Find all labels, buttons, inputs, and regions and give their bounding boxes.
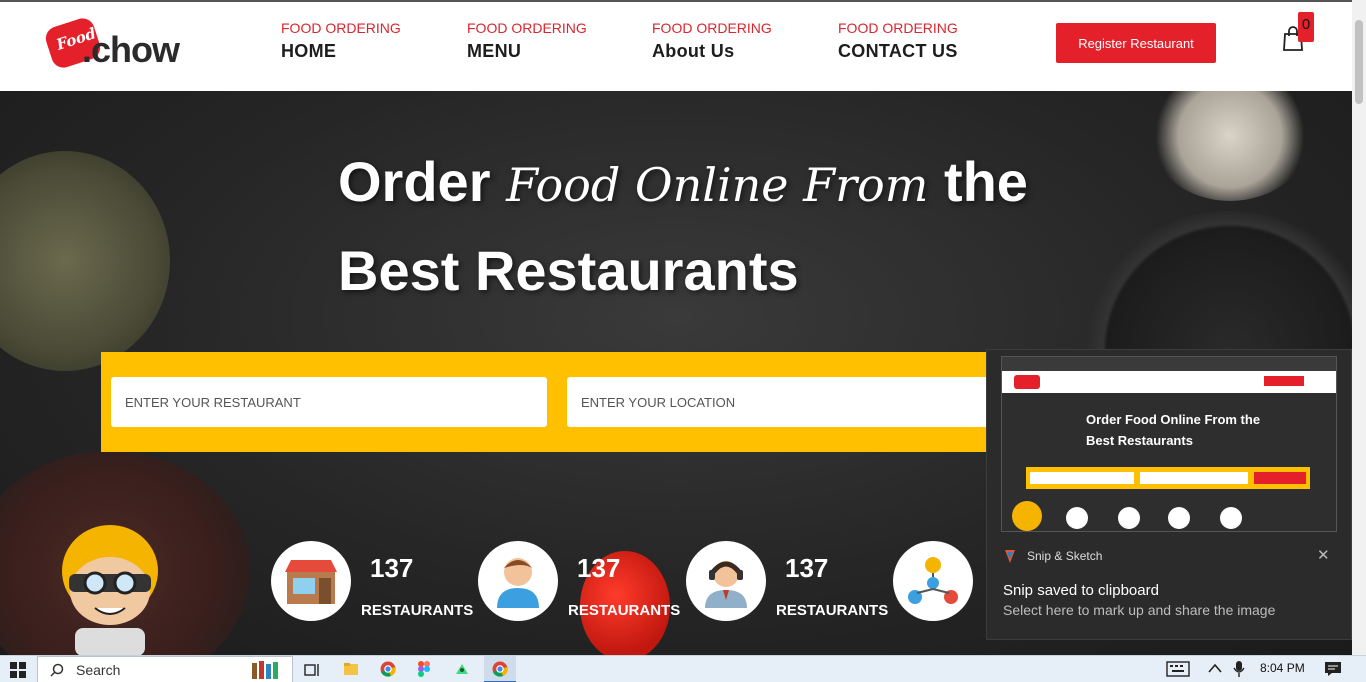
nav-label: MENU: [467, 41, 522, 61]
nav-item-home[interactable]: FOOD ORDERING HOME: [281, 20, 401, 62]
stat-number: 137: [577, 553, 621, 583]
stat-circle: [686, 541, 766, 621]
thumb-header: [1002, 371, 1336, 393]
site-header: Food .chow FOOD ORDERING HOME FOOD ORDER…: [0, 0, 1352, 91]
microphone-icon[interactable]: [1233, 660, 1245, 678]
search-highlight-books-icon: [252, 661, 278, 679]
android-studio-icon[interactable]: [454, 662, 470, 676]
windows-taskbar: Search 8:04 PM: [0, 655, 1366, 682]
snip-sketch-app-icon: [1005, 550, 1015, 563]
task-view-icon[interactable]: [304, 662, 320, 678]
restaurant-input[interactable]: [111, 377, 547, 427]
windows-start-icon[interactable]: [10, 662, 26, 678]
snip-notification-toast[interactable]: Order Food Online From the Best Restaura…: [986, 349, 1352, 640]
garlic-decoration: [1150, 91, 1310, 201]
headline-word: Order: [338, 150, 491, 213]
thumb-stat: [1066, 507, 1088, 529]
nav-sub-label: FOOD ORDERING: [652, 20, 772, 36]
thumb-stat: [1220, 507, 1242, 529]
nav-label: HOME: [281, 41, 337, 61]
storefront-icon: [285, 560, 337, 604]
thumb-stat: [1168, 507, 1190, 529]
thumb-headline: Best Restaurants: [1086, 433, 1193, 448]
notification-center-icon[interactable]: [1324, 661, 1342, 677]
hero-headline: Order Food Online From the Best Restaura…: [338, 139, 1028, 314]
keyboard-icon[interactable]: [1166, 661, 1190, 677]
toast-message: Select here to mark up and share the ima…: [1003, 602, 1276, 618]
chrome-icon[interactable]: [380, 661, 396, 677]
snip-preview-image[interactable]: Order Food Online From the Best Restaura…: [1001, 356, 1337, 532]
file-explorer-icon[interactable]: [343, 661, 359, 677]
stat-label: RESTAURANTS: [361, 602, 474, 619]
stat-circle: [478, 541, 558, 621]
location-input[interactable]: [567, 377, 991, 427]
support-agent-icon: [705, 561, 747, 608]
taskbar-search-label: Search: [76, 662, 121, 678]
cart-count-badge: 0: [1298, 12, 1314, 42]
headline-script: Food Online From: [506, 158, 929, 212]
headline-line2: Best Restaurants: [338, 239, 799, 302]
person-icon: [497, 558, 539, 608]
thumb-headline: Order Food Online From the: [1086, 412, 1261, 427]
delivery-mascot-icon: [62, 525, 158, 655]
thumb-search-bar: [1026, 467, 1310, 489]
thumb-stat: [1118, 507, 1140, 529]
logo-text: .chow: [82, 29, 180, 70]
taskbar-clock[interactable]: 8:04 PM: [1260, 661, 1305, 675]
stat-label: RESTAURANTS: [568, 602, 681, 619]
nav-label: About Us: [652, 41, 735, 61]
taskbar-active-app[interactable]: [484, 656, 516, 682]
stat-circle: [893, 541, 973, 621]
logo[interactable]: Food .chow: [42, 15, 188, 71]
nav-sub-label: FOOD ORDERING: [838, 20, 958, 36]
taskbar-search-box[interactable]: Search: [37, 656, 293, 682]
scrollbar-thumb[interactable]: [1355, 20, 1363, 104]
chrome-icon: [492, 661, 508, 677]
close-icon[interactable]: ✕: [1317, 546, 1330, 564]
network-icon: [908, 557, 958, 604]
figma-icon[interactable]: [418, 661, 430, 677]
toast-app-name: Snip & Sketch: [1027, 549, 1103, 563]
stat-circle: [271, 541, 351, 621]
thumb-browser-bar: [1002, 357, 1336, 371]
register-restaurant-button[interactable]: Register Restaurant: [1056, 23, 1216, 63]
thumb-logo: [1014, 375, 1040, 389]
headline-word: the: [943, 150, 1028, 213]
page-scrollbar[interactable]: [1352, 0, 1366, 655]
stat-number: 137: [785, 553, 829, 583]
nav-sub-label: FOOD ORDERING: [281, 20, 401, 36]
stat-label: RESTAURANTS: [776, 602, 889, 619]
toast-title: Snip saved to clipboard: [1003, 582, 1159, 599]
stat-number: 137: [370, 553, 414, 583]
nav-item-about[interactable]: FOOD ORDERING About Us: [652, 20, 772, 62]
nav-label: CONTACT US: [838, 41, 958, 61]
search-bar: [101, 352, 991, 452]
chevron-up-icon[interactable]: [1208, 663, 1222, 673]
herbs-bowl-decoration: [0, 151, 170, 371]
thumb-mascot: [1012, 501, 1042, 531]
thumb-register-button: [1264, 376, 1304, 386]
search-icon: [50, 663, 64, 677]
nav-sub-label: FOOD ORDERING: [467, 20, 587, 36]
nav-item-contact[interactable]: FOOD ORDERING CONTACT US: [838, 20, 958, 62]
nav-item-menu[interactable]: FOOD ORDERING MENU: [467, 20, 587, 62]
